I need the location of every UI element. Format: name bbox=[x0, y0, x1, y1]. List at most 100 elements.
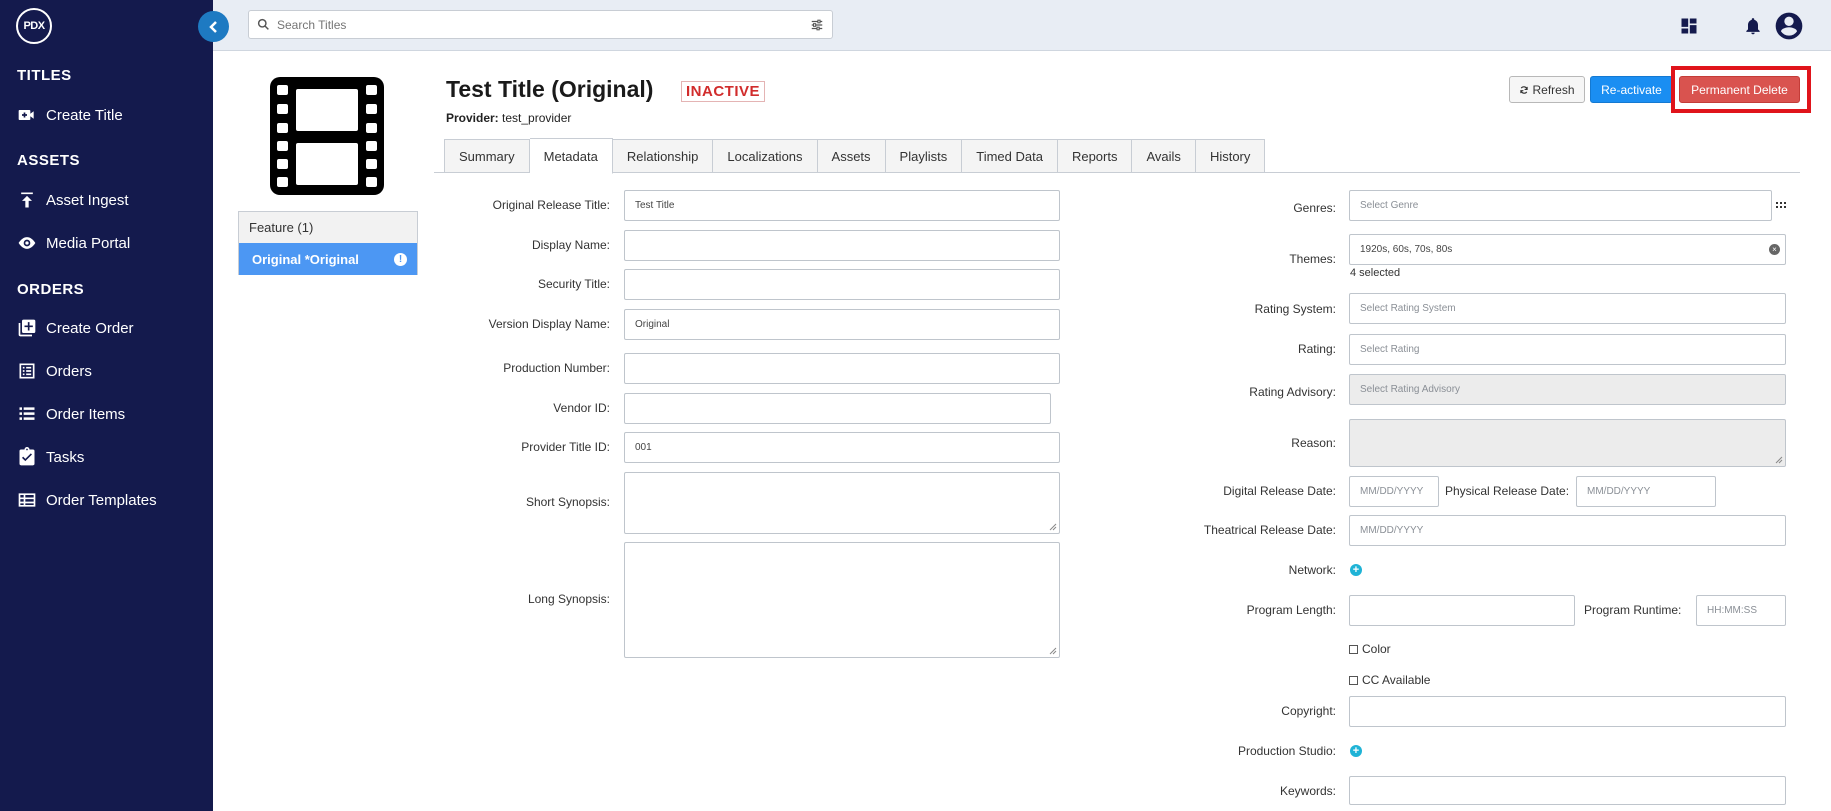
tab-bar: Summary Metadata Relationship Localizati… bbox=[444, 138, 1266, 174]
refresh-button[interactable]: Refresh bbox=[1509, 76, 1585, 103]
display-name-input[interactable] bbox=[624, 230, 1060, 261]
add-production-studio-icon[interactable]: + bbox=[1350, 745, 1362, 757]
physical-release-date-input[interactable]: MM/DD/YYYY bbox=[1576, 476, 1716, 507]
refresh-label: Refresh bbox=[1532, 82, 1575, 97]
theatrical-release-date-label: Theatrical Release Date: bbox=[1203, 523, 1336, 537]
user-avatar-icon[interactable] bbox=[1771, 8, 1807, 44]
network-label: Network: bbox=[1288, 563, 1336, 577]
eye-icon bbox=[16, 233, 38, 253]
original-release-title-input[interactable]: Test Title bbox=[624, 190, 1060, 221]
digital-release-date-input[interactable]: MM/DD/YYYY bbox=[1349, 476, 1439, 507]
highlight-box bbox=[1671, 66, 1811, 113]
copyright-input[interactable] bbox=[1349, 696, 1786, 727]
tab-summary[interactable]: Summary bbox=[444, 139, 530, 173]
sidebar-item-media-portal[interactable]: Media Portal bbox=[16, 231, 130, 255]
security-title-input[interactable] bbox=[624, 269, 1060, 300]
sidebar-item-label: Media Portal bbox=[46, 234, 131, 252]
clear-selection-icon[interactable]: × bbox=[1769, 244, 1780, 255]
long-synopsis-textarea[interactable] bbox=[624, 542, 1060, 658]
short-synopsis-label: Short Synopsis: bbox=[525, 495, 610, 509]
genres-select[interactable]: Select Genre bbox=[1349, 190, 1772, 221]
sidebar-item-create-title[interactable]: Create Title bbox=[16, 103, 123, 127]
version-panel: Feature (1) Original *Original ! bbox=[238, 211, 418, 275]
display-name-label: Display Name: bbox=[531, 238, 610, 252]
provider-title-id-input[interactable]: 001 bbox=[624, 432, 1060, 463]
tab-playlists[interactable]: Playlists bbox=[885, 139, 963, 173]
reactivate-button[interactable]: Re-activate bbox=[1590, 76, 1673, 103]
themes-selected-count: 4 selected bbox=[1350, 267, 1401, 279]
sidebar-item-label: Create Order bbox=[46, 319, 134, 337]
sidebar-collapse-button[interactable] bbox=[198, 11, 229, 42]
provider-title-id-label: Provider Title ID: bbox=[521, 440, 610, 454]
app-logo[interactable]: PDX bbox=[16, 8, 52, 44]
dashboard-icon[interactable] bbox=[1675, 12, 1703, 40]
cc-available-checkbox[interactable]: CC Available bbox=[1349, 673, 1430, 687]
short-synopsis-textarea[interactable] bbox=[624, 472, 1060, 534]
program-runtime-input[interactable]: HH:MM:SS bbox=[1696, 595, 1786, 626]
page-title: Test Title (Original) bbox=[446, 76, 654, 102]
checkbox-box[interactable] bbox=[1349, 675, 1358, 685]
vendor-id-label: Vendor ID: bbox=[553, 401, 610, 415]
sidebar-item-tasks[interactable]: Tasks bbox=[16, 445, 84, 469]
tab-metadata[interactable]: Metadata bbox=[529, 138, 613, 174]
sidebar-item-label: Asset Ingest bbox=[46, 191, 129, 209]
resize-handle-icon[interactable] bbox=[1049, 647, 1057, 655]
upload-icon bbox=[16, 190, 38, 210]
sidebar-item-order-items[interactable]: Order Items bbox=[16, 402, 125, 426]
themes-select[interactable]: 1920s, 60s, 70s, 80s bbox=[1349, 234, 1786, 265]
version-display-name-label: Version Display Name: bbox=[488, 317, 610, 331]
rating-system-select[interactable]: Select Rating System bbox=[1349, 293, 1786, 324]
program-length-input[interactable] bbox=[1349, 595, 1575, 626]
sidebar-item-asset-ingest[interactable]: Asset Ingest bbox=[16, 188, 129, 212]
sidebar-section-assets: ASSETS bbox=[17, 152, 81, 169]
tab-assets[interactable]: Assets bbox=[817, 139, 886, 173]
resize-handle-icon[interactable] bbox=[1049, 523, 1057, 531]
rating-select[interactable]: Select Rating bbox=[1349, 334, 1786, 365]
genres-label: Genres: bbox=[1293, 201, 1336, 215]
notification-bell-icon[interactable] bbox=[1739, 12, 1767, 40]
search-input[interactable] bbox=[277, 17, 802, 32]
film-strip-icon bbox=[270, 77, 384, 195]
theatrical-release-date-input[interactable]: MM/DD/YYYY bbox=[1349, 515, 1786, 546]
grid-dots-icon[interactable] bbox=[1775, 199, 1787, 211]
add-box-icon bbox=[16, 318, 38, 338]
sidebar-item-label: Tasks bbox=[46, 448, 85, 466]
list-icon bbox=[16, 404, 38, 424]
search-icon bbox=[249, 18, 277, 31]
sidebar-item-label: Order Templates bbox=[46, 491, 157, 509]
production-number-input[interactable] bbox=[624, 353, 1060, 384]
tab-reports[interactable]: Reports bbox=[1057, 139, 1133, 173]
sidebar-section-titles: TITLES bbox=[17, 67, 72, 84]
color-checkbox-label: Color bbox=[1362, 642, 1391, 656]
production-number-label: Production Number: bbox=[503, 361, 610, 375]
vendor-id-input[interactable] bbox=[624, 393, 1051, 424]
alert-icon: ! bbox=[394, 252, 407, 266]
reason-label: Reason: bbox=[1291, 436, 1336, 450]
checkbox-box[interactable] bbox=[1349, 644, 1358, 654]
list-alt-icon bbox=[16, 361, 38, 381]
provider-label: Provider: bbox=[446, 111, 499, 125]
add-network-icon[interactable]: + bbox=[1350, 564, 1362, 576]
cc-available-checkbox-label: CC Available bbox=[1362, 673, 1431, 687]
feature-group-label[interactable]: Feature (1) bbox=[239, 212, 417, 243]
filter-sliders-icon[interactable] bbox=[802, 18, 832, 32]
version-display-name-input[interactable]: Original bbox=[624, 309, 1060, 340]
tab-history[interactable]: History bbox=[1195, 139, 1266, 173]
tab-timed-data[interactable]: Timed Data bbox=[962, 139, 1058, 173]
provider-value: test_provider bbox=[502, 111, 572, 125]
sidebar-item-order-templates[interactable]: Order Templates bbox=[16, 488, 157, 512]
digital-release-date-label: Digital Release Date: bbox=[1223, 484, 1336, 498]
sidebar-item-create-order[interactable]: Create Order bbox=[16, 316, 134, 340]
tab-localizations[interactable]: Localizations bbox=[713, 139, 818, 173]
keywords-input[interactable] bbox=[1349, 776, 1786, 805]
tab-avails[interactable]: Avails bbox=[1132, 139, 1196, 173]
sidebar-item-orders[interactable]: Orders bbox=[16, 359, 92, 383]
copyright-label: Copyright: bbox=[1281, 704, 1336, 718]
sidebar-section-orders: ORDERS bbox=[17, 281, 85, 298]
sidebar-item-label: Create Title bbox=[46, 106, 123, 124]
rating-label: Rating: bbox=[1297, 342, 1336, 356]
tab-relationship[interactable]: Relationship bbox=[612, 139, 714, 173]
version-item-original[interactable]: Original *Original ! bbox=[239, 243, 417, 275]
color-checkbox[interactable]: Color bbox=[1349, 642, 1391, 656]
sidebar: PDX TITLES Create Title ASSETS Asset Ing… bbox=[0, 0, 213, 811]
